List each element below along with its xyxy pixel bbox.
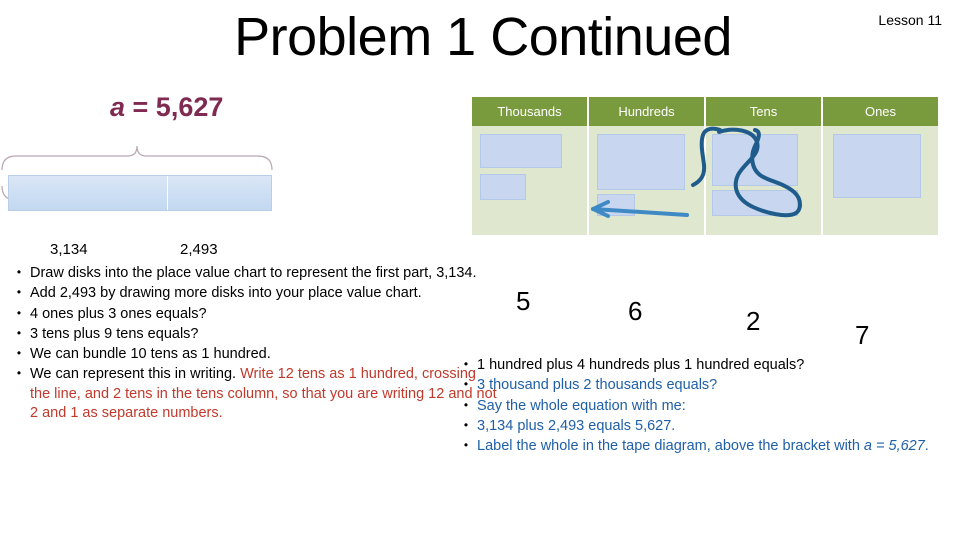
disk-group [480,134,562,168]
list-item: • 3 thousand plus 2 thousands equals? [455,376,955,395]
text-segment: We can bundle 10 tens as 1 hundred. [30,346,271,363]
list-item-text: Label the whole in the tape diagram, abo… [477,437,955,456]
list-item-text: 3 thousand plus 2 thousands equals? [477,376,955,395]
disk-group [597,134,685,190]
bullet-dot-icon: • [16,325,22,340]
list-item: • Say the whole equation with me: [455,397,955,416]
list-item-text: Draw disks into the place value chart to… [30,264,500,283]
place-value-chart: Thousands Hundreds Tens Ones [472,97,938,235]
instruction-list-right: • 1 hundred plus 4 hundreds plus 1 hundre… [455,356,955,457]
list-item-text: Say the whole equation with me: [477,397,955,416]
list-item: • Draw disks into the place value chart t… [8,264,500,283]
bullet-dot-icon: • [16,265,22,279]
page-title: Problem 1 Continued [234,7,732,67]
text-segment: 4 ones plus 3 ones equals? [30,305,207,322]
lesson-label: Lesson 11 [878,12,942,28]
bullet-dot-icon: • [463,438,469,453]
instruction-list-left: • Draw disks into the place value chart t… [8,264,500,424]
answer-digit-hundreds: 6 [628,296,643,326]
tape-part-2-label: 2,493 [180,241,218,258]
bullet-dot-icon: • [463,397,469,412]
text-segment: . [924,438,929,455]
disk-group [480,174,526,200]
whole-label: a = 5,627 [110,92,223,123]
list-item-text: 3,134 plus 2,493 equals 5,627. [477,417,955,436]
disk-group [597,194,635,216]
text-segment: 3 tens plus 9 tens equals? [30,325,199,342]
text-segment: 1 hundred plus 4 hundreds plus 1 hundred… [477,357,805,373]
list-item: • 3 tens plus 9 tens equals? [8,325,500,344]
list-item: • Add 2,493 by drawing more disks into yo… [8,284,500,303]
disk-group [833,134,921,198]
bullet-dot-icon: • [463,417,469,432]
list-item: • 4 ones plus 3 ones equals? [8,305,500,324]
bullet-dot-icon: • [16,285,22,300]
slide: Problem 1 Continued Lesson 11 a = 5,627 … [0,0,960,540]
text-segment: Add 2,493 by drawing more disks into you… [30,285,422,302]
list-item: • 3,134 plus 2,493 equals 5,627. [455,417,955,436]
list-item-text: We can bundle 10 tens as 1 hundred. [30,345,500,364]
list-item: • Label the whole in the tape diagram, ab… [455,437,955,456]
text-segment: a = 5,627 [863,438,925,455]
bullet-dot-icon: • [16,366,22,381]
bullet-dot-icon: • [16,346,22,361]
place-value-chart-body [472,126,938,235]
list-item-text: Add 2,493 by drawing more disks into you… [30,284,500,303]
column-header-hundreds: Hundreds [589,97,706,126]
answer-digit-thousands: 5 [516,286,531,316]
column-header-tens: Tens [706,97,823,126]
list-item-text: 4 ones plus 3 ones equals? [30,305,500,324]
disk-group [712,190,798,216]
column-cell-thousands [472,126,589,235]
tape-part-1 [9,176,168,210]
text-segment: 3,134 plus 2,493 equals 5,627. [477,417,676,434]
column-cell-tens [706,126,823,235]
text-segment: Label the whole in the tape diagram, abo… [477,438,864,455]
place-value-chart-header: Thousands Hundreds Tens Ones [472,97,938,126]
list-item-text: 1 hundred plus 4 hundreds plus 1 hundred… [477,356,955,375]
text-segment: 3 thousand plus 2 thousands equals? [477,377,718,394]
list-item-text: We can represent this in writing. Write … [30,365,500,423]
column-header-thousands: Thousands [472,97,589,126]
list-item: • 1 hundred plus 4 hundreds plus 1 hundre… [455,356,955,375]
text-segment: Say the whole equation with me: [477,397,686,414]
bullet-dot-icon: • [463,377,469,392]
text-segment: We can represent this in writing. [30,366,241,383]
bullet-dot-icon: • [463,357,469,371]
list-item-text: 3 tens plus 9 tens equals? [30,325,500,344]
disk-group [712,134,798,186]
list-item: • We can bundle 10 tens as 1 hundred. [8,345,500,364]
tape-part-2 [167,176,271,210]
column-header-ones: Ones [823,97,938,126]
tape-bar [8,175,272,211]
bullet-dot-icon: • [16,305,22,320]
whole-label-variable: a [110,92,126,122]
text-segment: Draw disks into the place value chart to… [30,265,477,281]
column-cell-hundreds [589,126,706,235]
list-item: • We can represent this in writing. Write… [8,365,500,423]
tape-part-1-label: 3,134 [50,241,88,258]
whole-label-value: = 5,627 [125,92,224,122]
answer-digit-ones: 7 [855,320,870,350]
answer-digit-tens: 2 [746,306,761,336]
column-cell-ones [823,126,938,235]
